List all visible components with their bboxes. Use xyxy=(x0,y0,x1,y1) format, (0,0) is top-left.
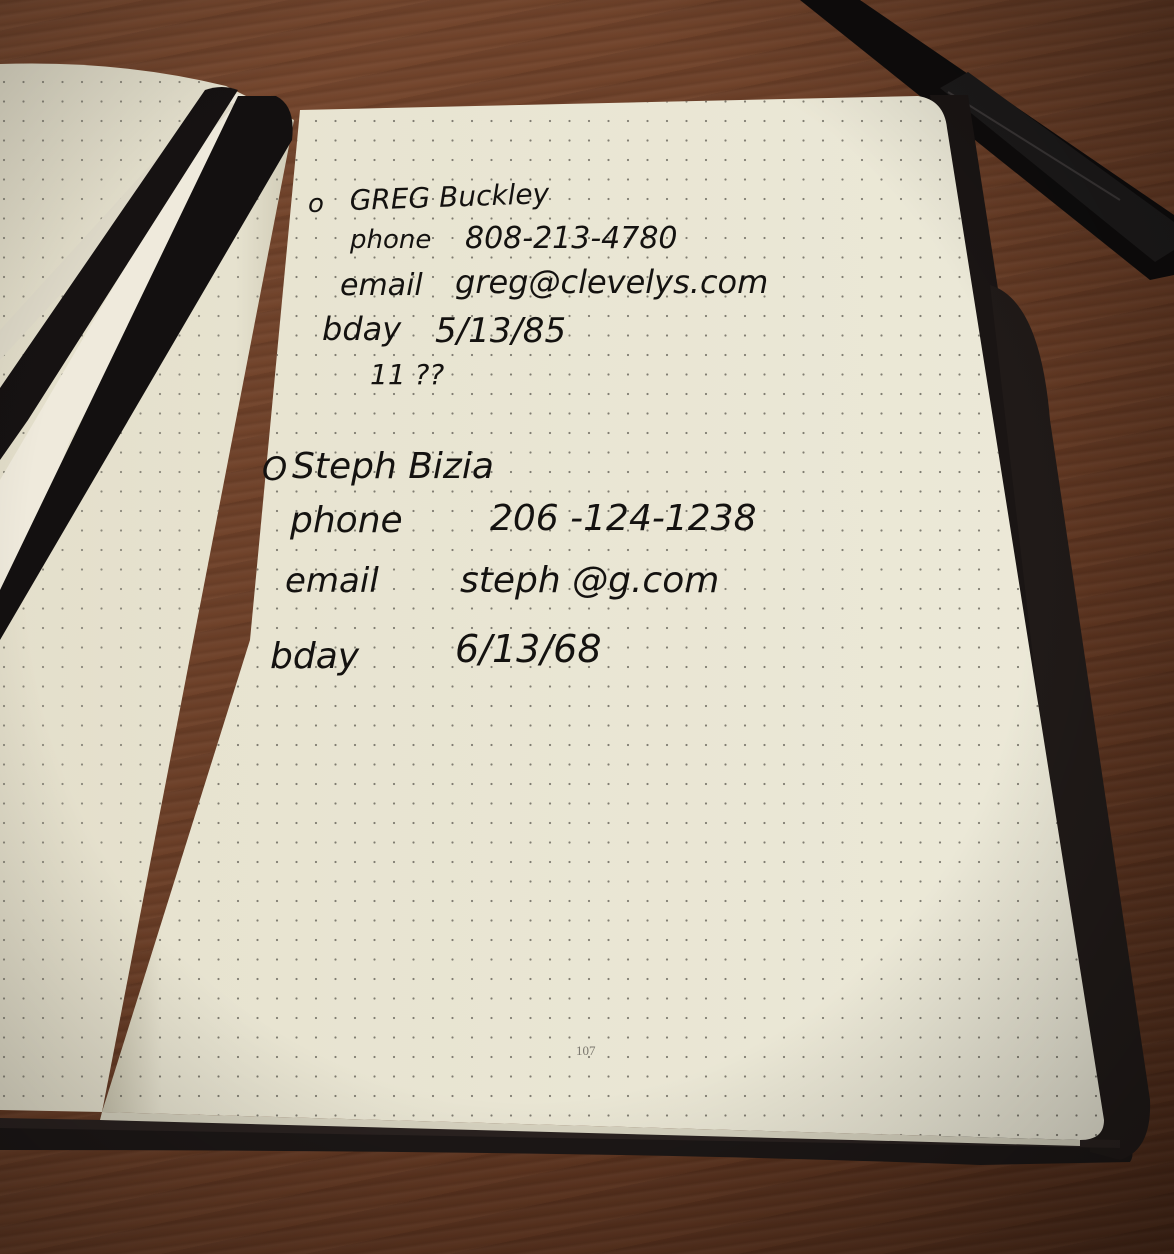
entry-1-bday: 5/13/85 xyxy=(435,311,566,351)
page-number: 107 xyxy=(576,1043,596,1058)
entry-1-bday-label: bday xyxy=(322,310,402,348)
entry-1-extra: 11 ?? xyxy=(370,358,444,391)
entry-2-email: steph @g.com xyxy=(460,560,719,601)
entry-2-phone: 206 -124-1238 xyxy=(490,498,756,539)
entry-1-email-label: email xyxy=(340,268,423,303)
entry-1-phone-label: phone xyxy=(349,225,431,255)
entry-2-email-label: email xyxy=(285,561,379,601)
entry-1-email: greg@clevelys.com xyxy=(455,263,768,301)
photo-scene: o GREG Buckley phone 808-213-4780 email … xyxy=(0,0,1174,1254)
entry-2-bday: 6/13/68 xyxy=(455,627,602,671)
entry-2-name: Steph Bizia xyxy=(292,446,494,487)
entry-1-phone: 808-213-4780 xyxy=(465,221,678,256)
entry-1-name: GREG Buckley xyxy=(349,177,550,217)
notebook-photo: o GREG Buckley phone 808-213-4780 email … xyxy=(0,0,1174,1165)
entry-2-phone-label: phone xyxy=(289,500,403,541)
entry-2-bday-label: bday xyxy=(270,636,360,677)
entry-2-bullet: O xyxy=(262,450,287,488)
entry-1-bullet: o xyxy=(308,189,324,219)
